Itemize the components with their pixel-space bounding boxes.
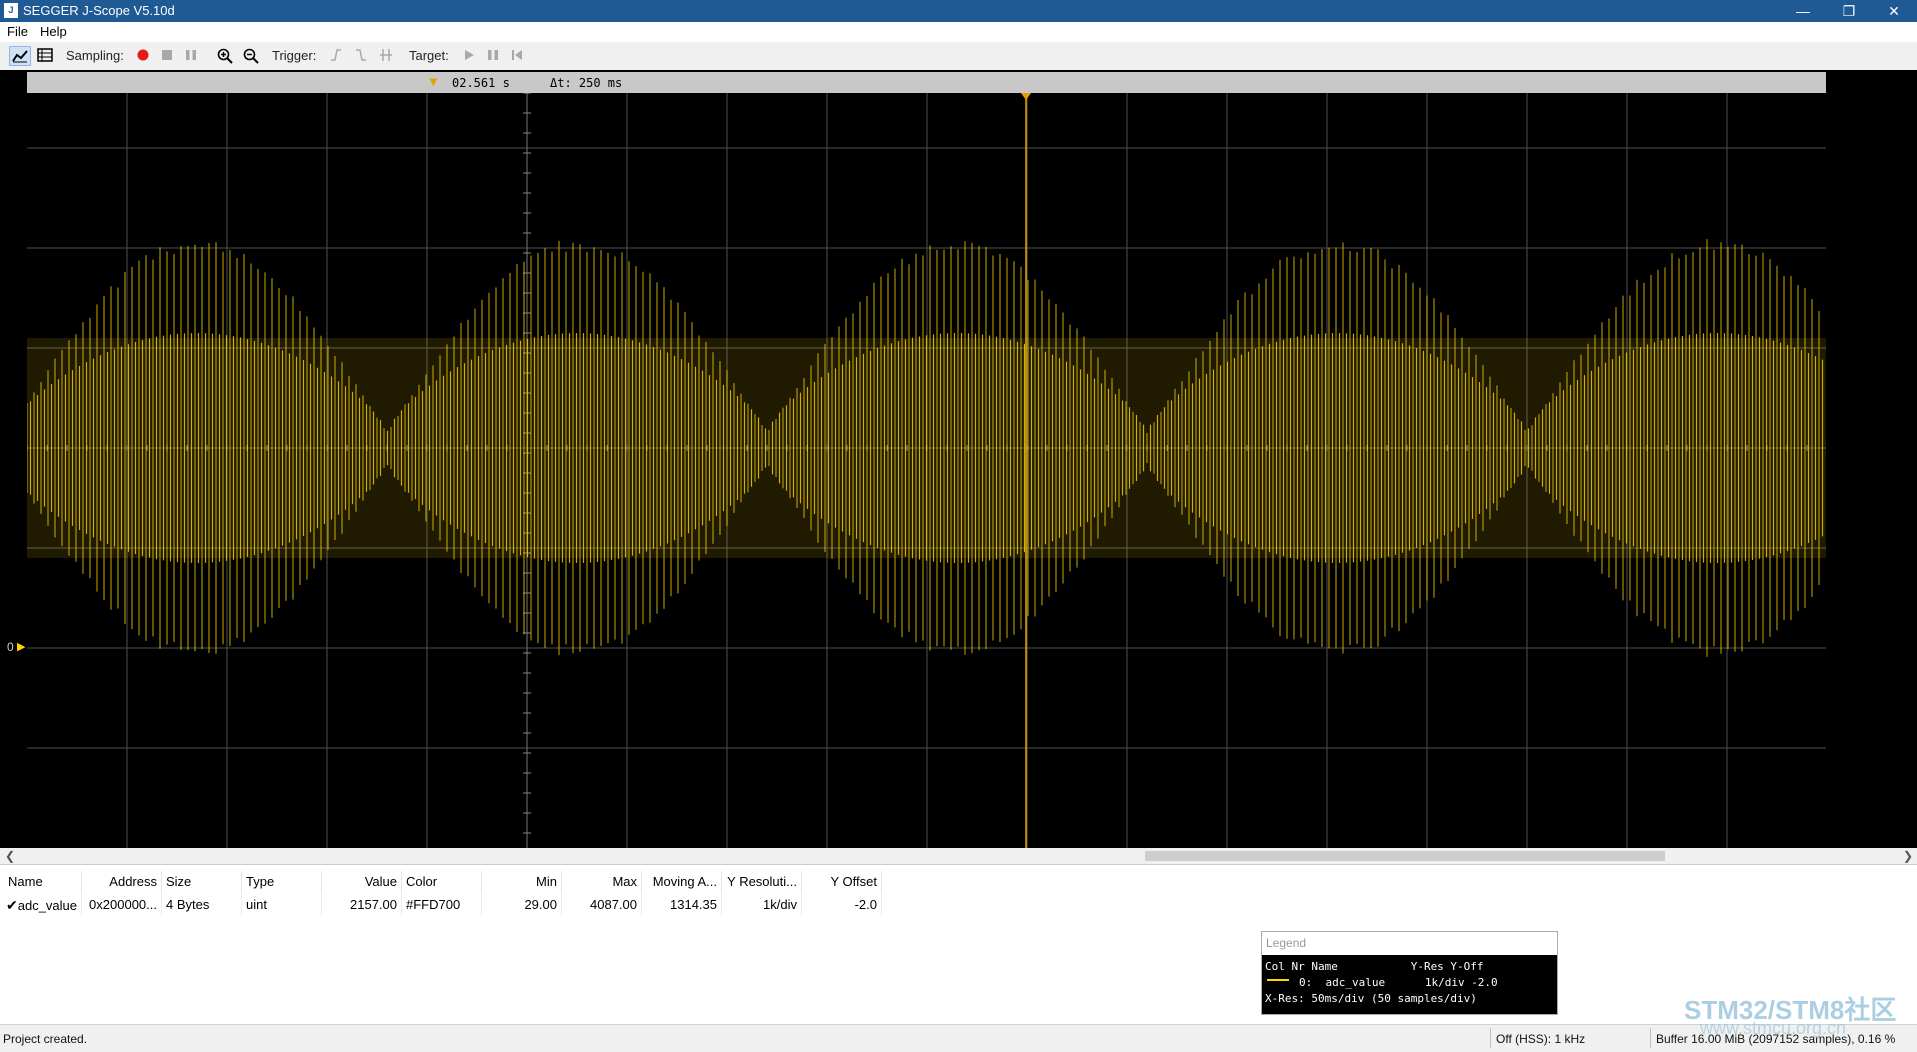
zero-axis-label: 0 <box>7 640 14 654</box>
col-moving-average[interactable]: Moving A... <box>642 871 722 893</box>
status-bar: Project created. Off (HSS): 1 kHz Buffer… <box>0 1024 1917 1052</box>
restore-button[interactable]: ❐ <box>1826 0 1872 22</box>
y-resolution-cell[interactable]: 1k/div <box>722 894 802 916</box>
title-bar: J SEGGER J-Scope V5.10d — ❐ ✕ <box>0 0 1917 22</box>
variables-panel: Name Address Size Type Value Color Min M… <box>0 864 1917 1025</box>
status-message: Project created. <box>3 1032 88 1046</box>
legend-trace-swatch <box>1267 979 1289 981</box>
sampling-label: Sampling: <box>66 48 124 63</box>
col-name[interactable]: Name <box>4 871 82 893</box>
pause-icon <box>186 50 196 60</box>
checkbox-checked-icon[interactable]: ✔ <box>6 897 18 913</box>
record-icon <box>137 49 149 61</box>
col-min[interactable]: Min <box>482 871 562 893</box>
falling-edge-icon <box>356 49 366 61</box>
minimize-button[interactable]: — <box>1780 0 1826 22</box>
type-cell: uint <box>242 894 322 916</box>
table-view-button[interactable] <box>34 46 56 66</box>
status-divider <box>1650 1028 1651 1048</box>
address-cell: 0x200000... <box>82 894 162 916</box>
delta-time: Δt: 250 ms <box>550 76 623 90</box>
time-ruler[interactable]: ▼ 02.561 s Δt: 250 ms <box>27 72 1826 93</box>
close-button[interactable]: ✕ <box>1871 0 1917 22</box>
play-icon <box>465 50 474 60</box>
scroll-thumb[interactable] <box>1145 851 1665 861</box>
trigger-falling-button[interactable] <box>350 46 372 66</box>
app-icon: J <box>4 3 18 18</box>
col-y-offset[interactable]: Y Offset <box>802 871 882 893</box>
color-cell[interactable]: #FFD700 <box>402 894 482 916</box>
zero-offset-marker-icon[interactable]: ▶ <box>17 640 25 653</box>
horizontal-scrollbar[interactable]: ❮ ❯ <box>0 848 1917 864</box>
target-reset-button[interactable] <box>506 46 528 66</box>
trigger-rising-button[interactable] <box>325 46 347 66</box>
col-type[interactable]: Type <box>242 871 322 893</box>
legend-title: Legend <box>1262 932 1557 955</box>
graph-view-button[interactable] <box>9 46 31 66</box>
stop-icon <box>162 50 172 60</box>
sampling-mode: Off (HSS): 1 kHz <box>1496 1032 1586 1046</box>
target-label: Target: <box>409 48 449 63</box>
pause-icon <box>488 50 498 60</box>
max-cell: 4087.00 <box>562 894 642 916</box>
legend-header: Col Nr Name Y-Res Y-Off <box>1265 960 1484 973</box>
pause-button[interactable] <box>180 46 202 66</box>
legend-xres: X-Res: 50ms/div (50 samples/div) <box>1265 992 1477 1005</box>
value-cell: 2157.00 <box>322 894 402 916</box>
menu-file[interactable]: File <box>7 24 28 39</box>
skip-back-icon <box>512 50 522 60</box>
trace-fill <box>27 338 1826 558</box>
cursor-marker-icon[interactable]: ▼ <box>427 74 440 89</box>
scroll-right-icon[interactable]: ❯ <box>1903 848 1913 864</box>
legend-box[interactable]: Legend Col Nr Name Y-Res Y-Off 0: adc_va… <box>1261 931 1558 1015</box>
window-title: SEGGER J-Scope V5.10d <box>23 3 175 18</box>
variable-name: adc_value <box>17 898 78 913</box>
col-y-resolution[interactable]: Y Resoluti... <box>722 871 802 893</box>
y-offset-cell[interactable]: -2.0 <box>802 894 882 916</box>
size-cell: 4 Bytes <box>162 894 242 916</box>
line-chart-icon <box>12 50 28 63</box>
cursor-head <box>1021 93 1031 100</box>
rising-edge-icon <box>331 49 341 61</box>
legend-entry: 0: adc_value 1k/div -2.0 <box>1299 976 1498 989</box>
name-cell[interactable]: ✔adc_value <box>4 894 82 916</box>
zoom-in-icon <box>217 48 233 64</box>
target-pause-button[interactable] <box>482 46 504 66</box>
col-size[interactable]: Size <box>162 871 242 893</box>
moving-average-cell: 1314.35 <box>642 894 722 916</box>
min-cell: 29.00 <box>482 894 562 916</box>
col-color[interactable]: Color <box>402 871 482 893</box>
record-button[interactable] <box>132 46 154 66</box>
table-icon <box>37 48 53 62</box>
scroll-left-icon[interactable]: ❮ <box>5 848 15 864</box>
trigger-both-button[interactable] <box>375 46 397 66</box>
menu-bar: File Help <box>0 22 1917 42</box>
trigger-label: Trigger: <box>272 48 317 63</box>
both-edges-icon <box>380 49 392 61</box>
zoom-out-icon <box>243 48 259 64</box>
col-max[interactable]: Max <box>562 871 642 893</box>
waveform-plot[interactable] <box>27 93 1826 848</box>
stop-button[interactable] <box>156 46 178 66</box>
target-run-button[interactable] <box>458 46 480 66</box>
zoom-out-button[interactable] <box>240 46 262 66</box>
col-address[interactable]: Address <box>82 871 162 893</box>
watermark-url: www.stmcu.org.cn <box>1700 1018 1847 1038</box>
menu-help[interactable]: Help <box>40 24 67 39</box>
zoom-in-button[interactable] <box>214 46 236 66</box>
toolbar: Sampling: Trigger: Target: <box>0 42 1917 71</box>
col-value[interactable]: Value <box>322 871 402 893</box>
cursor-time: 02.561 s <box>452 76 510 90</box>
status-divider <box>1490 1028 1491 1048</box>
